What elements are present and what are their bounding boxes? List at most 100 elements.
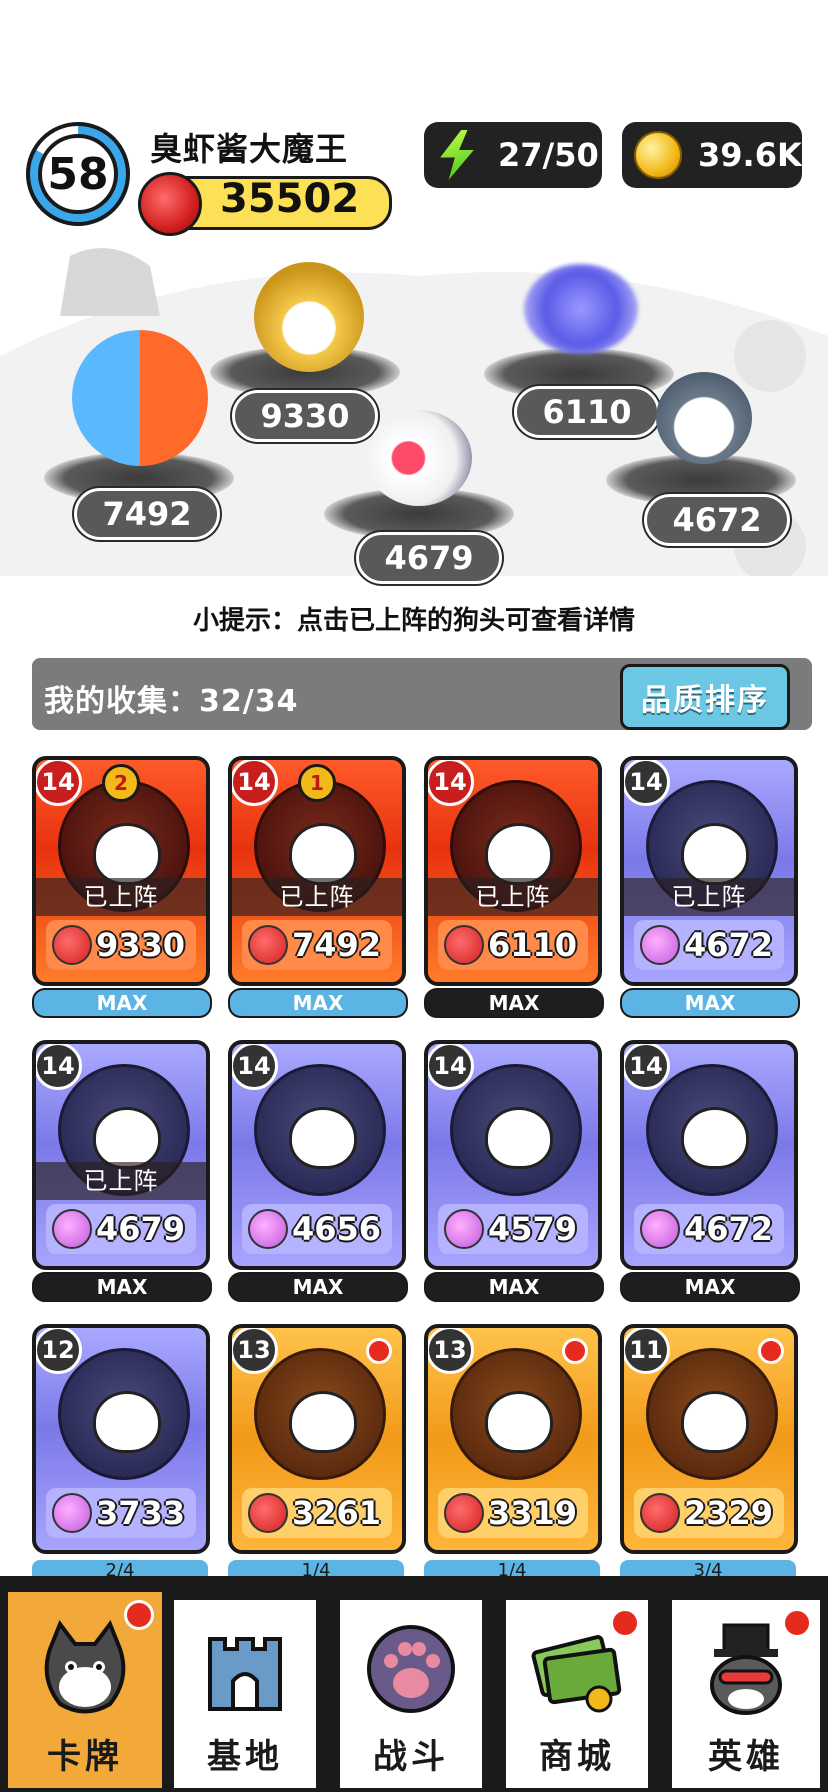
card-power-value: 6110 (488, 926, 578, 964)
coins-value: 39.6K (698, 136, 802, 174)
card-level-badge: 14 (36, 1044, 82, 1090)
card-level-badge: 13 (428, 1328, 474, 1374)
nav-label-battle: 战斗 (373, 1737, 449, 1777)
card-power-strip: 4672 (634, 920, 784, 970)
nav-tab-cards[interactable]: 卡牌 (4, 1588, 166, 1792)
player-level: 58 (38, 134, 118, 214)
power-fist-icon (52, 1493, 92, 1533)
card-max-bar: MAX (424, 1272, 604, 1302)
hero-card[interactable]: 14 1 已上阵 7492 (228, 756, 406, 986)
card-max-bar: MAX (228, 988, 408, 1018)
nav-label-heroes: 英雄 (708, 1737, 784, 1777)
dog-face-icon (93, 1391, 161, 1453)
hero-card[interactable]: 13 3319 (424, 1324, 602, 1554)
nav-tab-heroes[interactable]: 英雄 (668, 1596, 824, 1792)
card-power-value: 4672 (684, 926, 774, 964)
notification-dot (758, 1338, 784, 1364)
card-level-badge: 14 (232, 1044, 278, 1090)
hero-card[interactable]: 14 4656 (228, 1040, 406, 1270)
card-max-bar: MAX (228, 1272, 408, 1302)
card-progress-bar: 1/4 (228, 1560, 404, 1576)
power-fist-icon (640, 925, 680, 965)
total-power-value: 35502 (220, 176, 360, 222)
energy-box[interactable]: 27/50 (424, 122, 602, 188)
coins-box[interactable]: 39.6K (622, 122, 802, 188)
power-fist-icon (52, 1209, 92, 1249)
paw-icon (367, 1625, 455, 1713)
notification-dot (366, 1338, 392, 1364)
dog-face-icon (289, 1391, 357, 1453)
notification-dot (562, 1338, 588, 1364)
dog-face-icon (681, 1391, 749, 1453)
nav-label-shop: 商城 (539, 1737, 615, 1777)
card-power-value: 4679 (96, 1210, 186, 1248)
deployed-power-pill: 6110 (514, 386, 660, 438)
deployed-dog-golden-helmet[interactable] (254, 262, 364, 372)
deployed-label: 已上阵 (36, 1162, 206, 1200)
deployed-dog-fire-ice[interactable] (72, 330, 208, 466)
cash-icon (531, 1635, 622, 1713)
hero-card[interactable]: 14 已上阵 4672 (620, 756, 798, 986)
player-level-ring[interactable]: 58 (26, 122, 130, 226)
card-level-badge: 11 (624, 1328, 670, 1374)
card-power-strip: 6110 (438, 920, 588, 970)
tip-text: 小提示：点击已上阵的狗头可查看详情 (192, 606, 635, 636)
dog-face-icon (289, 1107, 357, 1169)
dog-face-icon (485, 823, 553, 885)
deployed-label: 已上阵 (428, 878, 598, 916)
hero-card[interactable]: 14 4672 (620, 1040, 798, 1270)
hero-portrait (254, 1064, 386, 1196)
hero-portrait (450, 1064, 582, 1196)
dog-face-icon (485, 1107, 553, 1169)
hero-card[interactable]: 12 3733 (32, 1324, 210, 1554)
dog-face-icon (681, 1107, 749, 1169)
hero-card[interactable]: 14 已上阵 6110 (424, 756, 602, 986)
card-power-value: 2329 (684, 1494, 774, 1532)
card-power-value: 4579 (488, 1210, 578, 1248)
nav-tab-base[interactable]: 基地 (170, 1596, 320, 1792)
nav-tab-shop[interactable]: 商城 (502, 1596, 652, 1792)
deployed-dog-crown[interactable] (366, 410, 472, 506)
energy-bolt-icon (440, 130, 474, 180)
dog-face-icon (681, 823, 749, 885)
card-power-value: 3733 (96, 1494, 186, 1532)
collection-count: 我的收集：32/34 (44, 684, 299, 719)
card-rank-badge: 1 (298, 764, 336, 802)
power-fist-icon (138, 172, 202, 236)
dog-face-icon (289, 823, 357, 885)
card-power-value: 3261 (292, 1494, 382, 1532)
notification-dot (610, 1608, 640, 1638)
quality-sort-button[interactable]: 品质排序 (620, 664, 790, 730)
hero-card[interactable]: 14 4579 (424, 1040, 602, 1270)
card-power-value: 3319 (488, 1494, 578, 1532)
card-power-strip: 3261 (242, 1488, 392, 1538)
hero-portrait (254, 1348, 386, 1480)
nav-label-base: 基地 (207, 1737, 283, 1777)
hero-card[interactable]: 14 2 已上阵 9330 (32, 756, 210, 986)
player-name: 臭虾酱大魔王 (150, 130, 349, 168)
tombstone-decoration (60, 248, 160, 316)
card-power-strip: 3733 (46, 1488, 196, 1538)
hero-dog-icon (710, 1623, 782, 1715)
card-power-strip: 7492 (242, 920, 392, 970)
coin-icon (634, 131, 682, 179)
deployed-dog-glitch[interactable] (524, 264, 638, 354)
power-fist-icon (640, 1209, 680, 1249)
nav-tab-battle[interactable]: 战斗 (336, 1596, 486, 1792)
card-max-bar: MAX (424, 988, 604, 1018)
card-level-badge: 12 (36, 1328, 82, 1374)
card-max-bar: MAX (32, 988, 212, 1018)
dog-head-icon (44, 1619, 126, 1714)
card-power-strip: 4579 (438, 1204, 588, 1254)
deployed-dog-cyber[interactable] (656, 372, 752, 464)
deployed-power-pill: 7492 (74, 488, 220, 540)
hero-card[interactable]: 13 3261 (228, 1324, 406, 1554)
deployed-label: 已上阵 (36, 878, 206, 916)
card-level-badge: 14 (624, 1044, 670, 1090)
hero-card[interactable]: 11 2329 (620, 1324, 798, 1554)
hero-card[interactable]: 14 已上阵 4679 (32, 1040, 210, 1270)
deployed-power-pill: 9330 (232, 390, 378, 442)
notification-dot (782, 1608, 812, 1638)
card-level-badge: 14 (232, 760, 278, 806)
power-fist-icon (248, 1493, 288, 1533)
